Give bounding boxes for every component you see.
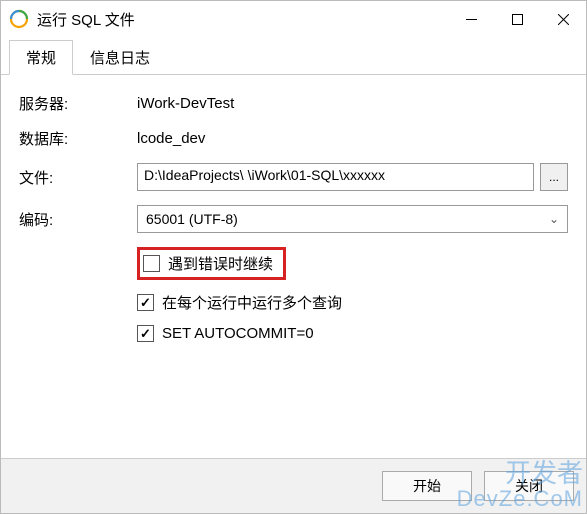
footer: 开始 关闭	[1, 458, 586, 513]
titlebar: 运行 SQL 文件	[1, 1, 586, 37]
checkbox-autocommit[interactable]	[137, 325, 154, 342]
label-server: 服务器:	[19, 93, 137, 114]
tab-general[interactable]: 常规	[9, 40, 73, 75]
value-server: iWork-DevTest	[137, 95, 234, 112]
label-encoding: 编码:	[19, 209, 137, 230]
row-database: 数据库: lcode_dev	[19, 128, 568, 149]
minimize-button[interactable]	[448, 1, 494, 37]
file-path-input[interactable]: D:\IdeaProjects\ \iWork\01-SQL\xxxxxx	[137, 163, 534, 191]
highlight-box: 遇到错误时继续	[137, 247, 286, 280]
close-dialog-button[interactable]: 关闭	[484, 471, 574, 501]
label-database: 数据库:	[19, 128, 137, 149]
content-area: 服务器: iWork-DevTest 数据库: lcode_dev 文件: D:…	[1, 75, 586, 458]
browse-button[interactable]: ...	[540, 163, 568, 191]
window-controls	[448, 1, 586, 37]
checkbox-continue-on-error[interactable]	[143, 255, 160, 272]
option-multi-query-row: 在每个运行中运行多个查询	[137, 292, 568, 313]
encoding-value: 65001 (UTF-8)	[146, 211, 238, 227]
dialog-window: 运行 SQL 文件 常规 信息日志 服务器: iWork-DevTest 数据库…	[0, 0, 587, 514]
label-file: 文件:	[19, 167, 137, 188]
window-title: 运行 SQL 文件	[37, 9, 448, 30]
start-button[interactable]: 开始	[382, 471, 472, 501]
value-database: lcode_dev	[137, 130, 205, 147]
option-autocommit-row: SET AUTOCOMMIT=0	[137, 325, 568, 342]
option-continue-on-error-row: 遇到错误时继续	[137, 247, 568, 280]
label-multi-query: 在每个运行中运行多个查询	[162, 292, 342, 313]
tab-bar: 常规 信息日志	[1, 39, 586, 75]
file-path-suffix: \iWork\01-SQL\xxxxxx	[248, 167, 385, 183]
label-autocommit: SET AUTOCOMMIT=0	[162, 325, 314, 342]
close-button[interactable]	[540, 1, 586, 37]
options-group: 遇到错误时继续 在每个运行中运行多个查询 SET AUTOCOMMIT=0	[137, 247, 568, 342]
file-path-prefix: D:\IdeaProjects\	[144, 167, 244, 183]
row-file: 文件: D:\IdeaProjects\ \iWork\01-SQL\xxxxx…	[19, 163, 568, 191]
app-icon	[9, 9, 29, 29]
row-encoding: 编码: 65001 (UTF-8) ⌄	[19, 205, 568, 233]
encoding-select[interactable]: 65001 (UTF-8) ⌄	[137, 205, 568, 233]
tab-log[interactable]: 信息日志	[73, 40, 167, 75]
chevron-down-icon: ⌄	[549, 212, 559, 226]
label-continue-on-error: 遇到错误时继续	[168, 253, 273, 274]
row-server: 服务器: iWork-DevTest	[19, 93, 568, 114]
maximize-button[interactable]	[494, 1, 540, 37]
checkbox-multi-query[interactable]	[137, 294, 154, 311]
